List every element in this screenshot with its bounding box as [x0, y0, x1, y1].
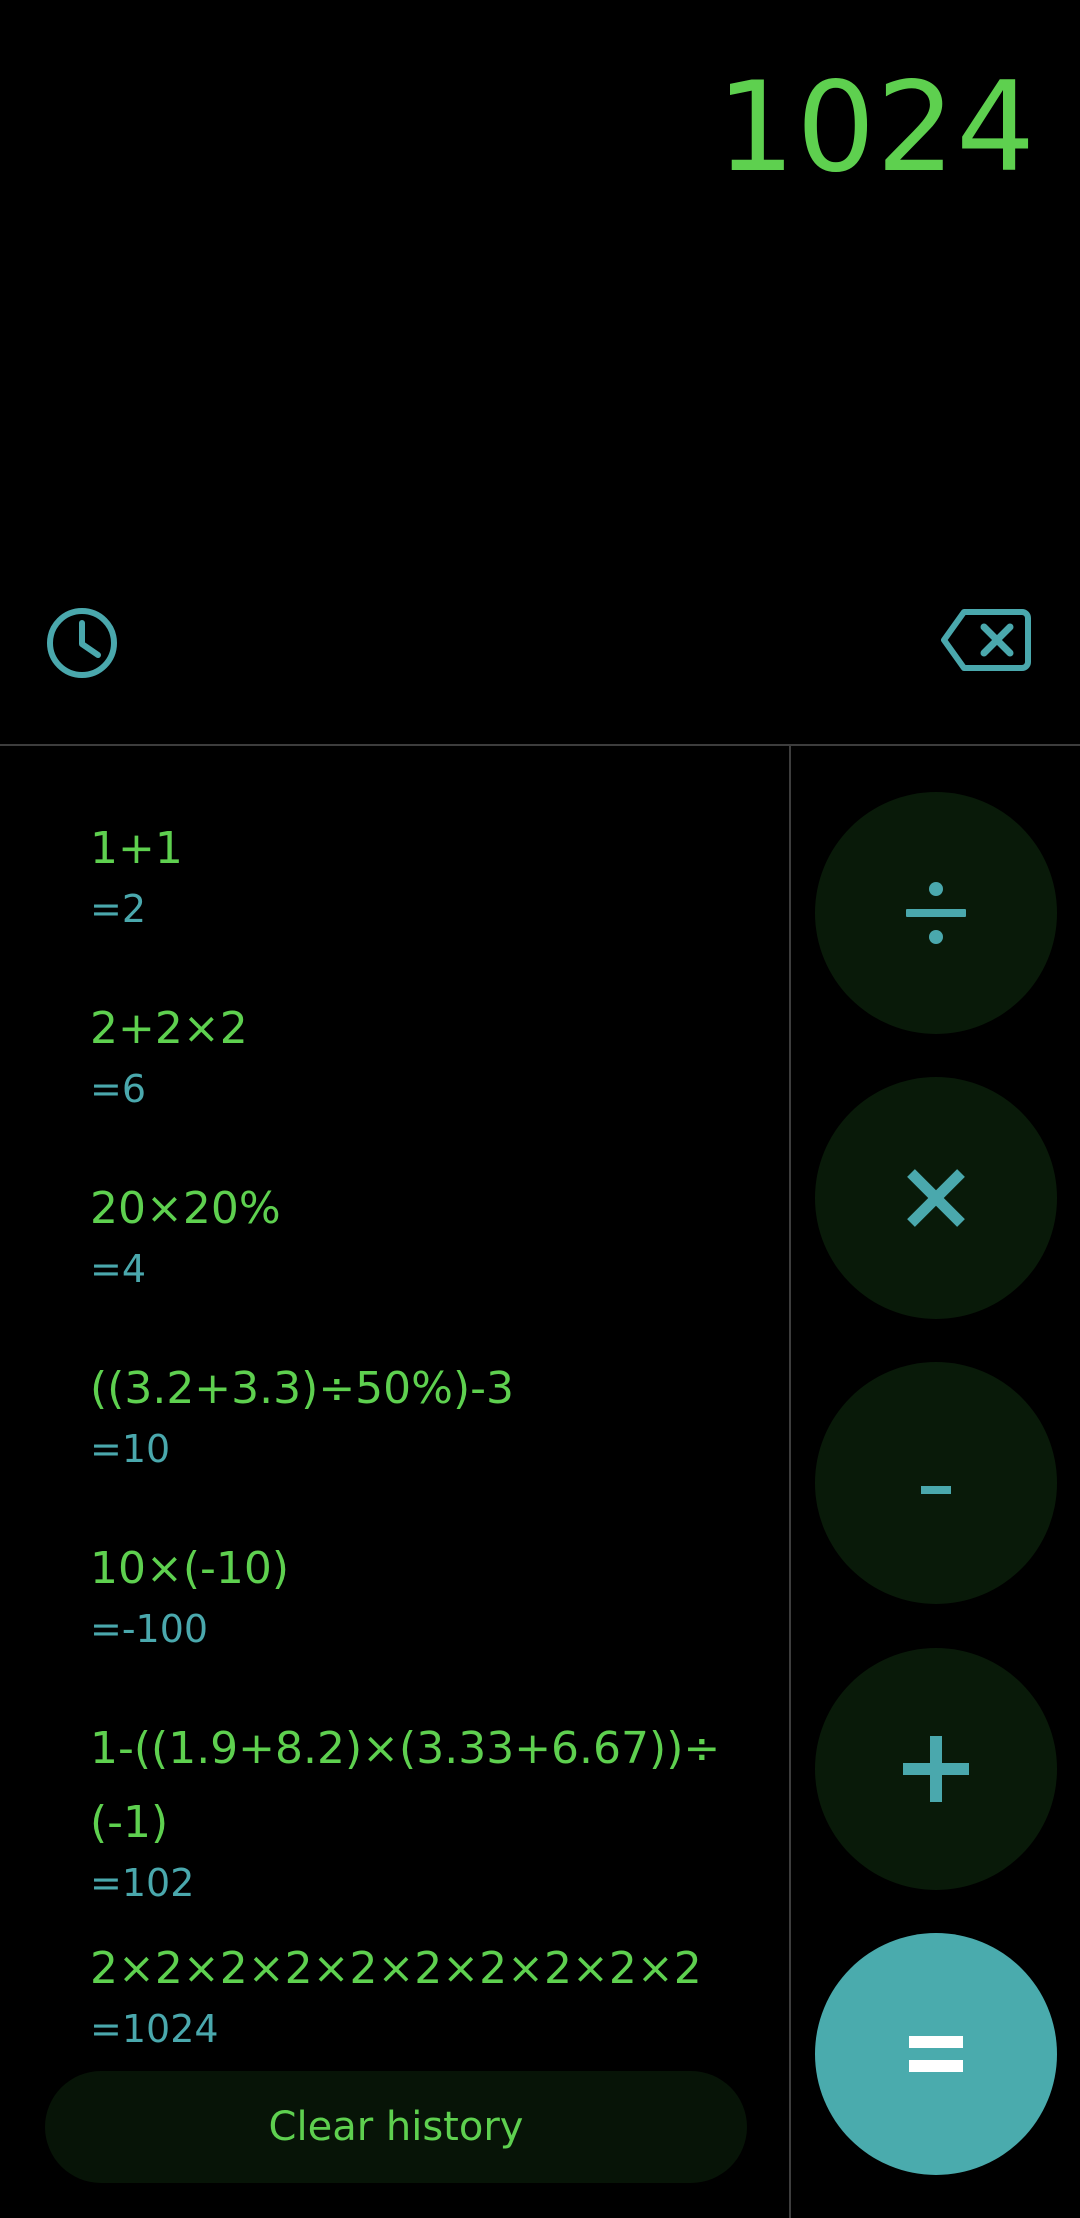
divide-icon — [906, 882, 966, 944]
plus-button[interactable] — [815, 1648, 1057, 1890]
history-expression: 20×20% — [90, 1183, 281, 1234]
history-item[interactable]: 2×2×2×2×2×2×2×2×2×2 =1024 — [90, 1932, 750, 2052]
history-expression: 10×(-10) — [90, 1543, 290, 1594]
equals-button[interactable] — [815, 1933, 1057, 2175]
backspace-icon — [941, 609, 1031, 671]
history-expression: ((3.2+3.3)÷50%)-3 — [90, 1363, 515, 1414]
history-result: =2 — [90, 887, 147, 931]
multiply-button[interactable] — [815, 1077, 1057, 1319]
horizontal-divider — [0, 744, 1080, 746]
minus-icon — [921, 1486, 951, 1494]
clear-history-button[interactable]: Clear history — [45, 2071, 747, 2183]
vertical-divider — [789, 746, 791, 2218]
history-result: =1024 — [90, 2007, 219, 2051]
history-result: =4 — [90, 1247, 147, 1291]
clock-icon — [47, 608, 117, 678]
history-item[interactable]: 2+2×2 =6 — [90, 992, 750, 1112]
multiply-icon — [907, 1169, 965, 1227]
history-item[interactable]: 10×(-10) =-100 — [90, 1532, 750, 1652]
backspace-button[interactable] — [936, 600, 1036, 680]
history-expression: 1-((1.9+8.2)×(3.33+6.67))÷ — [90, 1723, 721, 1774]
history-item[interactable]: 20×20% =4 — [90, 1172, 750, 1292]
history-result: =6 — [90, 1067, 147, 1111]
history-result: =10 — [90, 1427, 171, 1471]
history-item[interactable]: 1-((1.9+8.2)×(3.33+6.67))÷ (-1) =102 — [90, 1712, 750, 1906]
history-item[interactable]: ((3.2+3.3)÷50%)-3 =10 — [90, 1352, 750, 1472]
minus-button[interactable] — [815, 1362, 1057, 1604]
calculator-display: 1024 — [0, 0, 1080, 745]
history-expression-continued: (-1) — [90, 1797, 169, 1848]
history-result: =102 — [90, 1861, 195, 1905]
history-expression: 2×2×2×2×2×2×2×2×2×2 — [90, 1943, 702, 1994]
plus-icon — [903, 1736, 969, 1802]
history-button[interactable] — [34, 595, 130, 691]
equals-icon — [909, 2036, 963, 2072]
history-expression: 2+2×2 — [90, 1003, 248, 1054]
display-value: 1024 — [716, 56, 1036, 200]
history-expression: 1+1 — [90, 823, 183, 874]
history-item[interactable]: 1+1 =2 — [90, 812, 750, 932]
divide-button[interactable] — [815, 792, 1057, 1034]
history-result: =-100 — [90, 1607, 209, 1651]
